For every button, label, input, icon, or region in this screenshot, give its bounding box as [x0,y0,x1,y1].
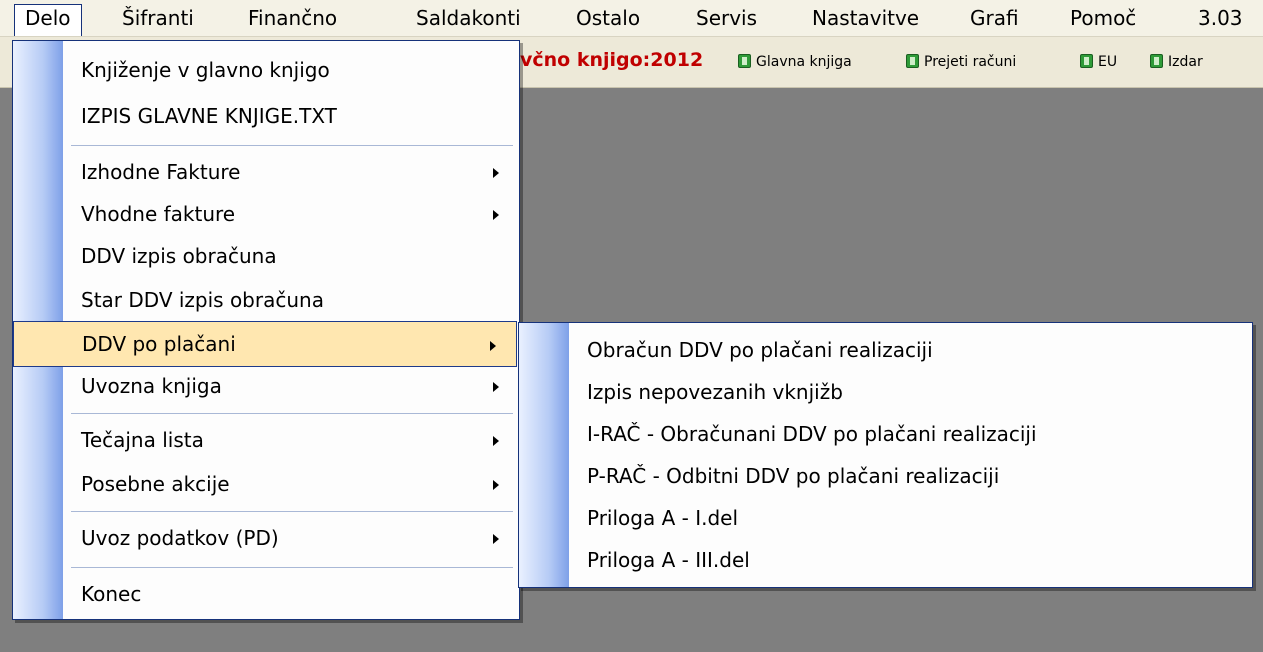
submenu-item-p-rac[interactable]: P-RAČ - Odbitni DDV po plačani realizaci… [519,453,1252,499]
menu-financno[interactable]: Finančno [238,4,347,32]
menu-item-label: Knjiženje v glavno knjigo [81,58,330,82]
menu-item-uvoz-podatkov[interactable]: Uvoz podatkov (PD) [13,515,519,561]
toolbar-button-prejeti-racuni[interactable]: Prejeti računi [906,51,1016,73]
menu-item-label: Priloga A - I.del [587,506,739,530]
toolbar-button-eu[interactable]: EU [1080,51,1117,73]
menu-ostalo[interactable]: Ostalo [566,4,650,32]
menu-item-izhodne-fakture[interactable]: Izhodne Fakture [13,149,519,195]
menu-item-konec[interactable]: Konec [13,571,519,617]
menu-item-label: Priloga A - III.del [587,548,750,572]
menu-item-uvozna-knjiga[interactable]: Uvozna knjiga [13,363,519,409]
submenu-arrow-icon [493,534,499,544]
menu-item-label: IZPIS GLAVNE KNJIGE.TXT [81,104,337,128]
menu-item-knjizenje[interactable]: Knjiženje v glavno knjigo [13,47,519,93]
menu-separator [71,511,513,512]
menu-item-label: DDV izpis obračuna [81,244,277,268]
delo-menu: Knjiženje v glavno knjigo IZPIS GLAVNE K… [12,40,520,620]
menu-servis[interactable]: Servis [686,4,767,32]
menu-item-label: Tečajna lista [81,428,204,452]
menu-item-label: Vhodne fakture [81,202,236,226]
submenu-arrow-icon [493,480,499,490]
menu-item-posebne-akcije[interactable]: Posebne akcije [13,461,519,507]
book-icon [738,54,751,68]
menu-item-star-ddv-izpis[interactable]: Star DDV izpis obračuna [13,277,519,323]
menu-bar: Delo Šifranti Finančno Saldakonti Ostalo… [0,0,1263,37]
toolbar-title: včno knjigo:2012 [520,49,704,71]
menu-item-label: P-RAČ - Odbitni DDV po plačani realizaci… [587,464,1000,488]
menu-separator [71,413,513,414]
toolbar-button-label: EU [1098,54,1118,70]
menu-saldakonti[interactable]: Saldakonti [406,4,531,32]
menu-nastavitve[interactable]: Nastavitve [802,4,929,32]
menu-item-vhodne-fakture[interactable]: Vhodne fakture [13,191,519,237]
submenu-item-priloga-a-iii[interactable]: Priloga A - III.del [519,537,1252,583]
submenu-item-priloga-a-i[interactable]: Priloga A - I.del [519,495,1252,541]
menu-version: 3.03 [1198,6,1243,30]
menu-separator [71,567,513,568]
toolbar-button-izdani[interactable]: Izdar [1150,51,1203,73]
submenu-item-i-rac[interactable]: I-RAČ - Obračunani DDV po plačani realiz… [519,411,1252,457]
toolbar-button-glavna-knjiga[interactable]: Glavna knjiga [738,51,852,73]
menu-item-label: Posebne akcije [81,472,230,496]
book-icon [1150,54,1163,68]
menu-item-label: Izpis nepovezanih vknjižb [587,380,843,404]
book-icon [906,54,919,68]
menu-separator [71,145,513,146]
menu-item-ddv-izpis-obracuna[interactable]: DDV izpis obračuna [13,233,519,279]
menu-item-label: Obračun DDV po plačani realizaciji [587,338,933,362]
menu-item-tecajna-lista[interactable]: Tečajna lista [13,417,519,463]
ddv-po-placani-submenu: Obračun DDV po plačani realizaciji Izpis… [518,322,1253,588]
menu-pomoc[interactable]: Pomoč [1060,4,1146,32]
menu-delo[interactable]: Delo [14,4,82,36]
submenu-item-obracun-ddv[interactable]: Obračun DDV po plačani realizaciji [519,327,1252,373]
menu-item-label: Konec [81,582,142,606]
menu-item-label: I-RAČ - Obračunani DDV po plačani realiz… [587,422,1037,446]
submenu-arrow-icon [490,341,496,351]
menu-item-label: Uvozna knjiga [81,374,222,398]
menu-grafi[interactable]: Grafi [960,4,1029,32]
menu-item-ddv-po-placani[interactable]: DDV po plačani [13,321,517,367]
toolbar-button-label: Izdar [1168,54,1203,70]
menu-item-izpis-glavne-knjige[interactable]: IZPIS GLAVNE KNJIGE.TXT [13,93,519,139]
menu-item-label: Uvoz podatkov (PD) [81,526,279,550]
book-icon [1080,54,1093,68]
submenu-arrow-icon [493,210,499,220]
menu-item-label: Izhodne Fakture [81,160,241,184]
submenu-item-izpis-nepovezanih[interactable]: Izpis nepovezanih vknjižb [519,369,1252,415]
submenu-arrow-icon [493,168,499,178]
toolbar-button-label: Glavna knjiga [756,54,852,70]
toolbar-button-label: Prejeti računi [924,54,1017,70]
submenu-arrow-icon [493,382,499,392]
menu-item-label: Star DDV izpis obračuna [81,288,324,312]
menu-item-label: DDV po plačani [82,332,236,356]
submenu-arrow-icon [493,436,499,446]
menu-sifranti[interactable]: Šifranti [112,4,204,32]
